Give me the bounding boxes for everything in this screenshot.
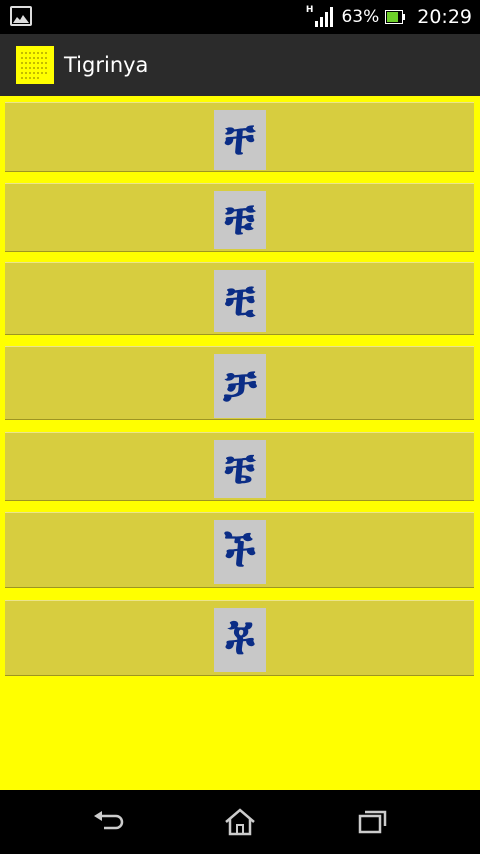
glyph: ቹ (224, 194, 256, 245)
glyph-tile: ቸ (214, 110, 266, 170)
home-icon[interactable] (220, 806, 260, 838)
gallery-notification-icon (10, 6, 32, 26)
battery-icon (385, 10, 406, 24)
glyph: ቻ (223, 360, 257, 411)
glyph: ቺ (225, 275, 255, 326)
app-title: Tigrinya (64, 53, 149, 77)
list-item[interactable]: ቺ (5, 262, 474, 335)
navigation-bar (0, 790, 480, 854)
glyph: ቸ (224, 114, 256, 165)
glyph-tile: ቺ (214, 270, 266, 332)
signal-icon (315, 7, 334, 27)
glyph-tile: ች (214, 520, 266, 584)
glyph-tile: ቾ (214, 608, 266, 672)
letter-list: ቸ ቹ ቺ ቻ ቼ ች ቾ (0, 96, 480, 790)
list-item[interactable]: ቸ (5, 102, 474, 172)
action-bar: Tigrinya (0, 34, 480, 96)
back-icon[interactable] (88, 806, 128, 838)
list-item[interactable]: ቾ (5, 600, 474, 676)
recent-apps-icon[interactable] (352, 806, 392, 838)
glyph: ቾ (225, 614, 255, 665)
tigrinya-app-icon[interactable] (16, 46, 54, 84)
status-bar: H 63% 20:29 (0, 0, 480, 34)
glyph: ቼ (224, 443, 256, 494)
glyph-tile: ቼ (214, 440, 266, 498)
list-item[interactable]: ቼ (5, 432, 474, 501)
network-type: H (305, 5, 314, 15)
clock: 20:29 (417, 6, 472, 28)
battery-percent: 63% (341, 7, 380, 27)
glyph: ች (224, 526, 256, 577)
list-item[interactable]: ቻ (5, 346, 474, 420)
glyph-tile: ቹ (214, 191, 266, 249)
glyph-tile: ቻ (214, 354, 266, 418)
list-item[interactable]: ቹ (5, 183, 474, 252)
list-item[interactable]: ች (5, 512, 474, 588)
